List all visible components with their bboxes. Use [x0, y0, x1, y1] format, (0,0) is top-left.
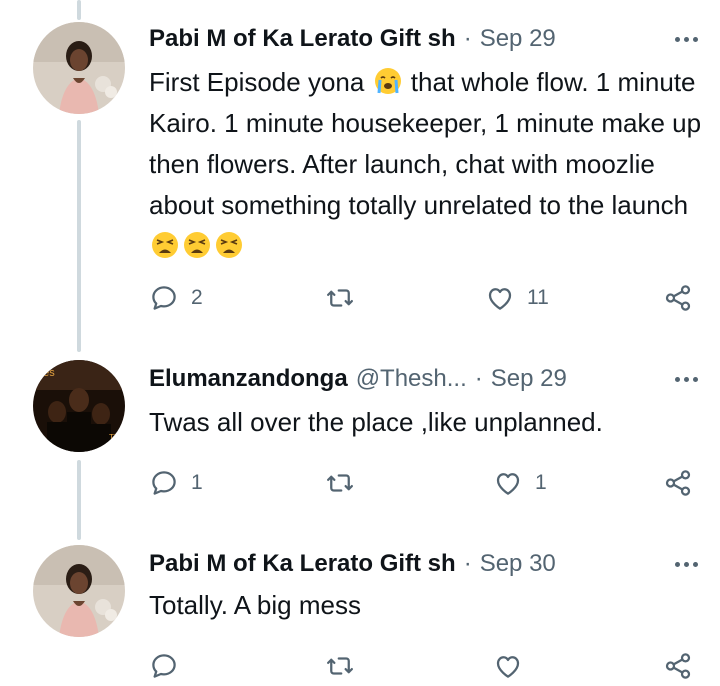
avatar[interactable]	[33, 545, 125, 637]
reply-count: 1	[191, 471, 203, 494]
like-icon	[496, 473, 520, 495]
like-count: 1	[535, 471, 547, 494]
reply-button[interactable]: 1	[149, 468, 203, 498]
reply-button[interactable]	[149, 651, 191, 681]
share-icon	[665, 285, 691, 311]
tweet-header: Pabi M of Ka Lerato Gift sh · Sep 30	[149, 547, 702, 581]
like-count: 11	[527, 286, 549, 309]
reply-count: 2	[191, 286, 203, 309]
author-name[interactable]: Pabi M of Ka Lerato Gift sh	[149, 550, 456, 578]
share-icon	[665, 470, 691, 496]
avatar[interactable]: ees The	[33, 360, 125, 452]
more-icon[interactable]	[671, 33, 702, 46]
tweet-header: Pabi M of Ka Lerato Gift sh · Sep 29	[149, 22, 702, 56]
action-bar	[149, 648, 701, 684]
tweet-text: Twas all over the place ,like unplanned.	[149, 407, 603, 437]
tweet[interactable]: ees The Elumanzandonga @Thesh... · Sep 2…	[0, 340, 720, 520]
retweet-icon	[327, 474, 353, 492]
weary-face-emoji	[215, 231, 243, 259]
retweet-button[interactable]	[325, 283, 367, 313]
like-icon	[488, 288, 512, 310]
svg-text:The: The	[109, 433, 123, 442]
share-button[interactable]	[663, 468, 693, 498]
share-icon	[665, 653, 691, 679]
reply-icon	[152, 286, 176, 310]
separator: ·	[463, 550, 472, 577]
action-bar: 1 1	[149, 465, 701, 501]
separator: ·	[463, 25, 472, 52]
crying-face-emoji	[374, 67, 402, 95]
weary-face-emoji	[183, 231, 211, 259]
tweet-date[interactable]: Sep 29	[480, 25, 556, 53]
like-button[interactable]: 11	[485, 283, 549, 313]
retweet-icon	[327, 289, 353, 307]
like-icon	[496, 656, 520, 678]
weary-face-emoji	[151, 231, 179, 259]
share-button[interactable]	[663, 283, 693, 313]
tweet[interactable]: Pabi M of Ka Lerato Gift sh · Sep 30 Tot…	[0, 525, 720, 686]
like-button[interactable]: 1	[493, 468, 547, 498]
retweet-icon	[327, 657, 353, 675]
share-button[interactable]	[663, 651, 693, 681]
retweet-button[interactable]	[325, 468, 367, 498]
author-name[interactable]: Pabi M of Ka Lerato Gift sh	[149, 25, 456, 53]
separator: ·	[474, 365, 483, 392]
more-icon[interactable]	[671, 373, 702, 386]
tweet-date[interactable]: Sep 30	[480, 550, 556, 578]
svg-text:ees: ees	[37, 367, 55, 379]
tweet-header: Elumanzandonga @Thesh... · Sep 29	[149, 362, 702, 396]
tweet-date[interactable]: Sep 29	[491, 365, 567, 393]
avatar[interactable]	[33, 22, 125, 114]
author-handle[interactable]: @Thesh...	[356, 365, 467, 393]
tweet-text: Totally. A big mess	[149, 590, 361, 620]
tweet-text-part1: First Episode yona	[149, 67, 365, 97]
like-button[interactable]	[493, 651, 535, 681]
action-bar: 2 11	[149, 280, 701, 316]
retweet-button[interactable]	[325, 651, 367, 681]
author-name[interactable]: Elumanzandonga	[149, 365, 348, 393]
more-icon[interactable]	[671, 558, 702, 571]
tweet-text: First Episode yona that whole flow. 1 mi…	[149, 62, 709, 267]
reply-icon	[152, 654, 176, 678]
reply-button[interactable]: 2	[149, 283, 203, 313]
tweet[interactable]: Pabi M of Ka Lerato Gift sh · Sep 29 Fir…	[0, 0, 720, 340]
reply-icon	[152, 471, 176, 495]
